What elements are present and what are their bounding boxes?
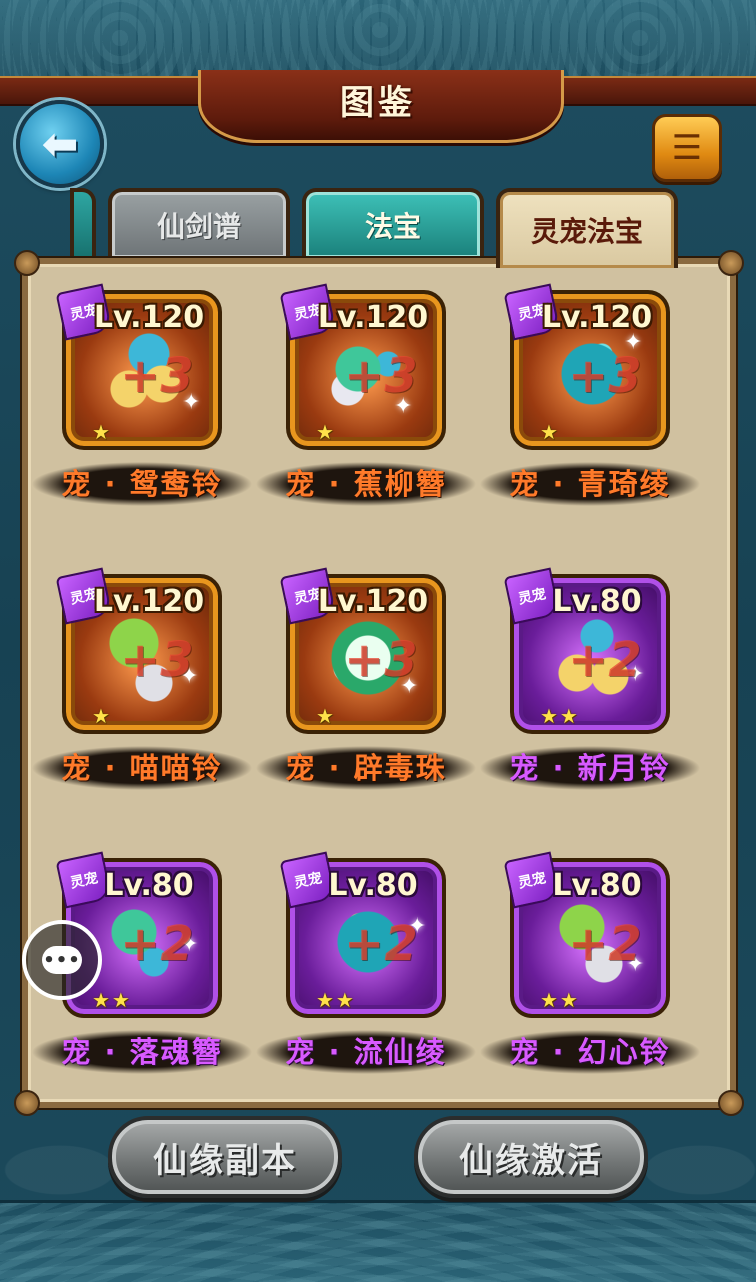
item-level: Lv.120 [541,300,653,335]
item-plus: +3 [344,348,418,404]
item-plus: +2 [568,916,642,972]
star-rating: ★★ [540,704,580,728]
star-rating: ★ [316,420,336,444]
item-name: 宠 · 流仙绫 [256,1030,476,1074]
bottom-decoration [0,1200,756,1282]
item-name: 宠 · 青琦绫 [480,462,700,506]
xianyuan-activate-button[interactable]: 仙缘激活 [414,1116,648,1198]
star-rating: ★ [92,420,112,444]
star-rating: ★ [316,704,336,728]
xianyuan-dungeon-button[interactable]: 仙缘副本 [108,1116,342,1198]
item-name: 宠 · 鸳鸯铃 [32,462,252,506]
item-level: Lv.120 [93,584,205,619]
tab-label: 灵宠法宝 [530,215,643,248]
tab-previous[interactable] [70,188,96,258]
chat-bubble-icon: ••• [42,946,82,974]
item-plus: +3 [344,632,418,688]
item-card[interactable]: ✦ 灵宠 Lv.120 +3 ★ [55,567,222,734]
item-level: Lv.120 [317,300,429,335]
item-level: Lv.80 [552,584,642,619]
item-name: 宠 · 新月铃 [480,746,700,790]
menu-button[interactable]: ☰ [652,114,722,182]
item-card[interactable]: ✦ 灵宠 Lv.120 +3 ★ [503,283,670,450]
back-button[interactable]: ⬅ [16,100,104,188]
item-card[interactable]: ✦ 灵宠 Lv.120 +3 ★ [279,283,446,450]
item-card[interactable]: ✦ 灵宠 Lv.120 +3 ★ [55,283,222,450]
item-level: Lv.120 [93,300,205,335]
item-plus: +2 [120,916,194,972]
panel-corner-ornament [14,250,40,276]
chat-button[interactable]: ••• [22,920,102,1000]
item-card[interactable]: ✦ 灵宠 Lv.80 +2 ★★ [503,567,670,734]
item-name: 宠 · 喵喵铃 [32,746,252,790]
item-plus: +3 [120,632,194,688]
star-rating: ★ [92,704,112,728]
page-title: 图鉴 [340,83,416,123]
item-level: Lv.80 [104,868,194,903]
panel-corner-ornament [718,250,744,276]
tab-label: 法宝 [364,210,421,243]
tab-xianjianpu[interactable]: 仙剑谱 [108,188,290,258]
item-card[interactable]: ✦ 灵宠 Lv.80 +2 ★★ [503,851,670,1018]
item-plus: +2 [344,916,418,972]
item-name: 宠 · 幻心铃 [480,1030,700,1074]
item-name: 宠 · 蕉柳簪 [256,462,476,506]
item-level: Lv.120 [317,584,429,619]
item-name: 宠 · 落魂簪 [32,1030,252,1074]
item-card[interactable]: ✦ 灵宠 Lv.120 +3 ★ [279,567,446,734]
panel-corner-ornament [14,1090,40,1116]
star-rating: ★★ [540,988,580,1012]
star-rating: ★ [540,420,560,444]
top-decoration [0,0,756,79]
item-card[interactable]: ✦ 灵宠 Lv.80 +2 ★★ [279,851,446,1018]
item-plus: +3 [568,348,642,404]
tab-lingchong-fabao[interactable]: 灵宠法宝 [496,188,678,268]
star-rating: ★★ [92,988,132,1012]
panel-corner-ornament [718,1090,744,1116]
item-level: Lv.80 [552,868,642,903]
item-name: 宠 · 辟毒珠 [256,746,476,790]
item-level: Lv.80 [328,868,418,903]
tab-fabao[interactable]: 法宝 [302,188,484,258]
item-plus: +3 [120,348,194,404]
back-arrow-icon: ⬅ [41,118,79,170]
list-icon: ☰ [671,128,703,168]
star-rating: ★★ [316,988,356,1012]
tab-label: 仙剑谱 [156,210,241,243]
item-plus: +2 [568,632,642,688]
